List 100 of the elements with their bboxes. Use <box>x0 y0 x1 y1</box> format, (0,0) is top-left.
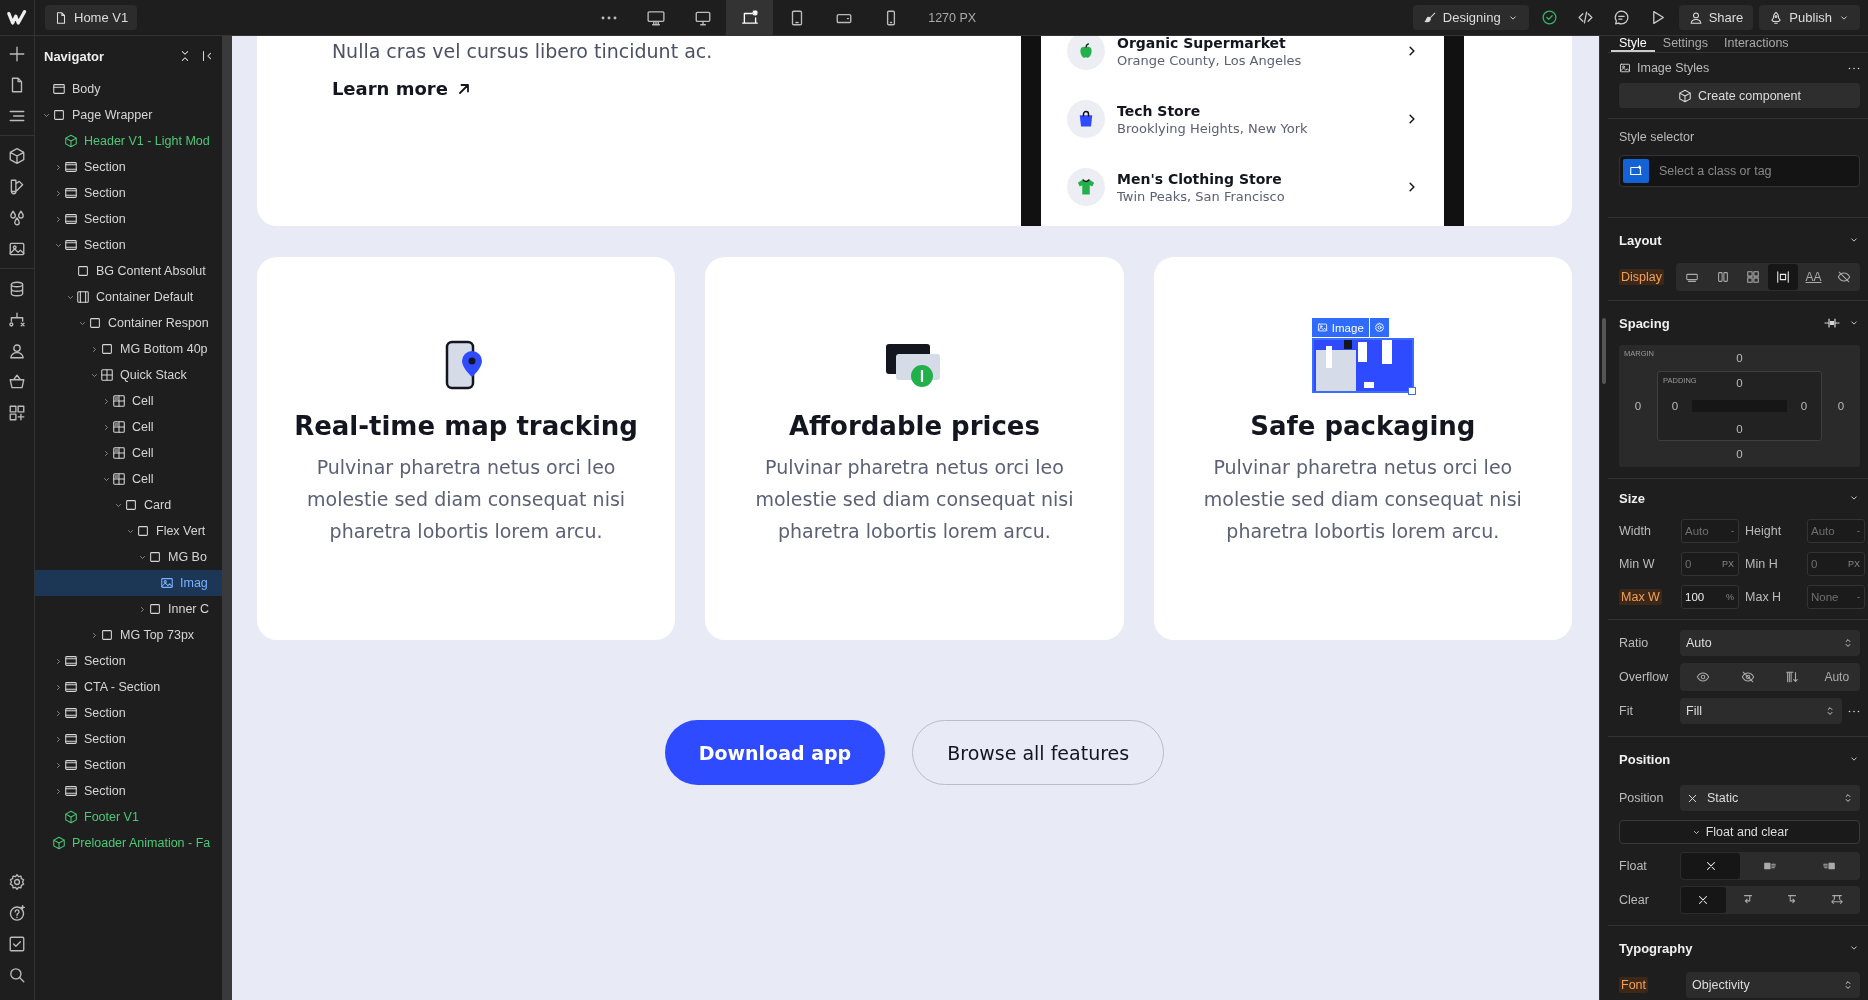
navigator-item[interactable]: BG Content Absolut <box>35 258 222 284</box>
drops-icon[interactable] <box>8 208 26 227</box>
cube-icon <box>1678 88 1693 103</box>
size-field[interactable]: 0 PX <box>1681 552 1739 576</box>
user-icon[interactable] <box>8 341 26 360</box>
checkbox-icon[interactable] <box>8 934 26 953</box>
padding-value[interactable]: 0 <box>1736 423 1743 435</box>
size-field[interactable]: 0 PX <box>1807 552 1865 576</box>
navigator-item[interactable]: Section <box>35 752 222 778</box>
margin-value[interactable]: 0 <box>1837 400 1845 412</box>
basket-icon[interactable] <box>8 372 26 391</box>
size-field[interactable]: Auto - <box>1807 519 1865 543</box>
panel-tab[interactable]: Style <box>1611 36 1655 52</box>
selection-badge[interactable]: Image <box>1311 318 1369 337</box>
selector-chip[interactable] <box>1623 159 1649 183</box>
navigator-item[interactable]: CTA - Section <box>35 674 222 700</box>
number-field[interactable]: 0 <box>1811 553 1848 575</box>
position-select[interactable]: Static <box>1680 785 1860 811</box>
resize-handle[interactable] <box>1407 387 1416 395</box>
margin-value[interactable]: 0 <box>1736 448 1743 460</box>
padding-value[interactable]: 0 <box>1671 400 1679 412</box>
margin-value[interactable]: 0 <box>1736 352 1743 364</box>
navigator-item[interactable]: Container Respon <box>35 310 222 336</box>
navigator-item[interactable]: Cell <box>35 414 222 440</box>
number-field[interactable]: Auto <box>1811 520 1857 542</box>
navigator-item[interactable]: Page Wrapper <box>35 102 222 128</box>
ratio-select[interactable]: Auto <box>1680 630 1860 656</box>
number-field[interactable]: 0 <box>1685 553 1722 575</box>
class-selector-field[interactable]: Select a class or tag <box>1657 155 1856 187</box>
box-icon <box>124 498 138 512</box>
navigator-item[interactable]: Cell <box>35 388 222 414</box>
database-icon[interactable] <box>8 279 26 298</box>
navigator-item[interactable]: Cell <box>35 466 222 492</box>
field-label: Overflow <box>1619 670 1670 684</box>
navigator-item[interactable]: Section <box>35 648 222 674</box>
swatch-icon[interactable] <box>8 177 26 196</box>
more-icon[interactable] <box>1848 66 1860 70</box>
plus-icon[interactable] <box>8 44 26 63</box>
font-select[interactable]: Objectivity <box>1686 972 1860 998</box>
apps-icon[interactable] <box>8 403 26 422</box>
cell-icon <box>112 446 126 460</box>
margin-value[interactable]: 0 <box>1634 400 1642 412</box>
navigator-item[interactable]: Section <box>35 778 222 804</box>
number-field[interactable]: None <box>1811 586 1857 608</box>
size-field[interactable]: None - <box>1807 585 1865 609</box>
size-field[interactable]: 100 % <box>1681 585 1739 609</box>
navigator-item[interactable]: Body <box>35 76 222 102</box>
section-icon <box>64 186 78 200</box>
number-field[interactable]: 100 <box>1685 586 1726 608</box>
navigator-item[interactable]: Container Default <box>35 284 222 310</box>
create-component-button[interactable]: Create component <box>1619 83 1860 108</box>
settings-button[interactable] <box>1369 318 1389 337</box>
navigator-item[interactable]: Header V1 - Light Mod <box>35 128 222 154</box>
logic-icon[interactable] <box>8 310 26 329</box>
navigator-item[interactable]: Inner C <box>35 596 222 622</box>
padding-value[interactable]: 0 <box>1736 377 1743 389</box>
navigator-item[interactable]: Section <box>35 206 222 232</box>
settings-icon[interactable] <box>8 872 26 891</box>
cube-icon[interactable] <box>8 146 26 165</box>
navigator-item[interactable]: Section <box>35 232 222 258</box>
navigator-item[interactable]: Preloader Animation - Fa <box>35 830 222 856</box>
navigator-item[interactable]: Footer V1 <box>35 804 222 830</box>
style-selector[interactable]: Select a class or tag <box>1619 155 1860 187</box>
panel-tab[interactable]: Settings <box>1654 36 1716 52</box>
padding-value[interactable]: 0 <box>1800 400 1808 412</box>
field-label: Min W <box>1619 557 1655 571</box>
breakpoint-button[interactable] <box>726 0 774 36</box>
navigator-item[interactable]: Cell <box>35 440 222 466</box>
display-option[interactable] <box>1768 264 1799 290</box>
panel-tab[interactable]: Interactions <box>1716 36 1797 52</box>
navigator-item[interactable]: Card <box>35 492 222 518</box>
mode-dropdown[interactable]: Designing <box>1412 5 1529 30</box>
navigator-item[interactable]: Quick Stack <box>35 362 222 388</box>
navigator-item[interactable]: Section <box>35 726 222 752</box>
feature-title: Safe packaging <box>1250 411 1476 441</box>
size-field[interactable]: Auto - <box>1681 519 1739 543</box>
navigator-item[interactable]: Flex Vert <box>35 518 222 544</box>
navigator-item[interactable]: Section <box>35 180 222 206</box>
learn-more-link[interactable]: Learn more <box>331 78 472 99</box>
search-icon[interactable] <box>8 965 26 984</box>
navigator-item[interactable]: Section <box>35 700 222 726</box>
field-label: Max W <box>1619 589 1662 605</box>
more-icon[interactable] <box>1848 709 1860 713</box>
number-field[interactable]: Auto <box>1685 520 1731 542</box>
navigator-item[interactable]: MG Bottom 40p <box>35 336 222 362</box>
navigator-item[interactable]: Imag <box>35 570 222 596</box>
float-clear-button[interactable]: Float and clear <box>1619 820 1860 844</box>
help-icon[interactable] <box>8 903 26 922</box>
publish-button[interactable]: Publish <box>1759 5 1860 30</box>
download-button[interactable]: Download app <box>664 720 886 785</box>
page-button[interactable]: Home V1 <box>45 5 138 30</box>
navigator-item[interactable]: Section <box>35 154 222 180</box>
field-label: Style selector <box>1619 130 1695 144</box>
fit-select[interactable]: Fill <box>1680 698 1842 724</box>
scrollbar-thumb[interactable] <box>1602 318 1606 384</box>
settings-icon <box>1373 322 1385 333</box>
navigator-item[interactable]: MG Top 73px <box>35 622 222 648</box>
share-button[interactable]: Share <box>1678 5 1754 30</box>
display-option[interactable]: AA <box>1798 264 1829 290</box>
navigator-item[interactable]: MG Bo <box>35 544 222 570</box>
